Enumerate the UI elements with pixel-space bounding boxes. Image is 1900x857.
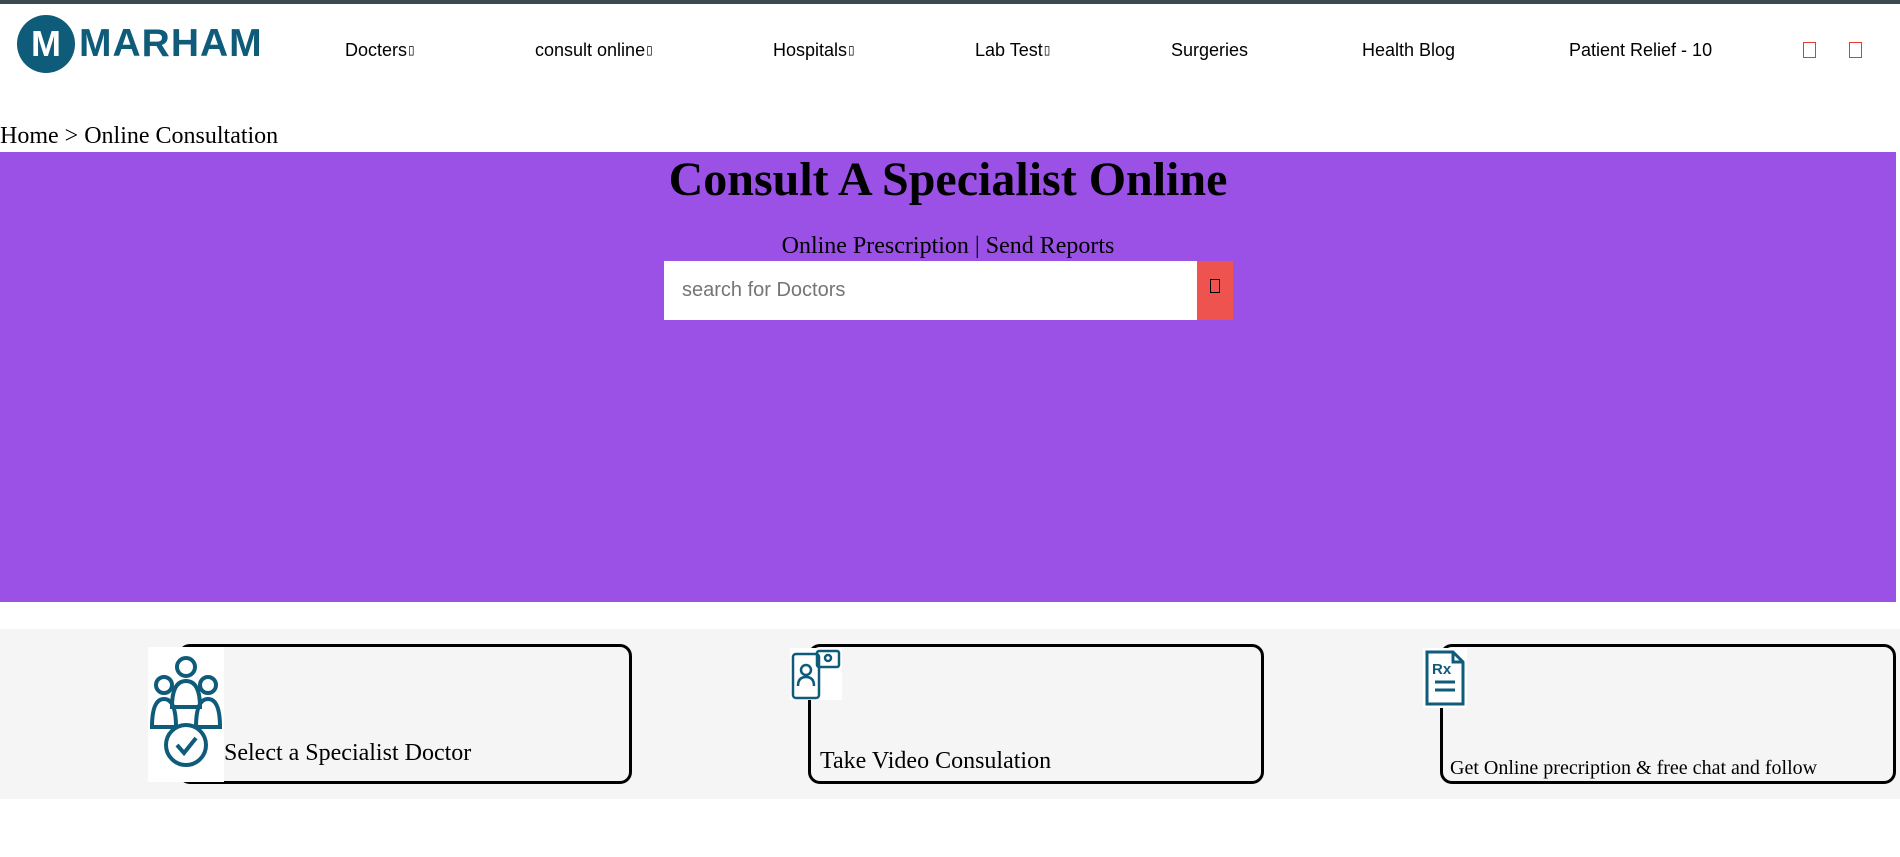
navbar: M MARHAM Docters▯ consult online▯ Hospit… (0, 4, 1900, 96)
nav-item-consult-online[interactable]: consult online▯ (535, 40, 653, 61)
breadcrumb: Home > Online Consultation (0, 123, 279, 149)
hero-banner (0, 152, 1896, 602)
prescription-icon: Rx (1423, 648, 1467, 708)
logo[interactable]: M MARHAM (17, 15, 263, 73)
chevron-down-icon: ▯ (646, 43, 653, 57)
logo-mark-icon: M (17, 15, 75, 73)
svg-text:Rx: Rx (1432, 661, 1452, 678)
logo-text: MARHAM (79, 22, 263, 65)
nav-item-lab-test[interactable]: Lab Test▯ (975, 40, 1050, 61)
step-label: Select a Specialist Doctor (224, 740, 472, 766)
video-call-icon (790, 648, 842, 700)
nav-item-label: Surgeries (1171, 40, 1249, 60)
nav-item-doctors[interactable]: Docters▯ (345, 40, 415, 61)
nav-item-surgeries[interactable]: Surgeries (1171, 40, 1248, 61)
cart-icon[interactable] (1849, 42, 1862, 58)
chevron-down-icon: ▯ (1043, 43, 1051, 57)
step-label: Take Video Consulation (820, 748, 1052, 774)
nav-item-label: Hospitals (773, 40, 848, 60)
nav-item-label: Health Blog (1362, 40, 1456, 60)
search-input[interactable] (664, 261, 1197, 320)
nav-item-label: Docters (345, 40, 408, 60)
nav-item-label: consult online (535, 40, 646, 60)
nav-item-label: Patient Relief - 10 (1569, 40, 1713, 60)
search-icon (1210, 279, 1220, 293)
nav-item-hospitals[interactable]: Hospitals▯ (773, 40, 855, 61)
nav-item-health-blog[interactable]: Health Blog (1362, 40, 1455, 61)
chevron-down-icon: ▯ (408, 43, 415, 57)
steps-section: Select a Specialist Doctor Take Video Co… (0, 629, 1900, 799)
search-button[interactable] (1197, 261, 1233, 320)
user-icon[interactable] (1803, 42, 1816, 58)
nav-item-label: Lab Test (975, 40, 1043, 60)
hero-subtitle: Online Prescription | Send Reports (781, 233, 1115, 259)
page-title: Consult A Specialist Online (668, 153, 1228, 206)
chevron-down-icon: ▯ (848, 43, 855, 57)
nav-item-patient-relief[interactable]: Patient Relief - 10 (1569, 40, 1712, 61)
doctors-group-icon (148, 647, 224, 782)
step-label: Get Online precription & free chat and f… (1450, 757, 1818, 779)
